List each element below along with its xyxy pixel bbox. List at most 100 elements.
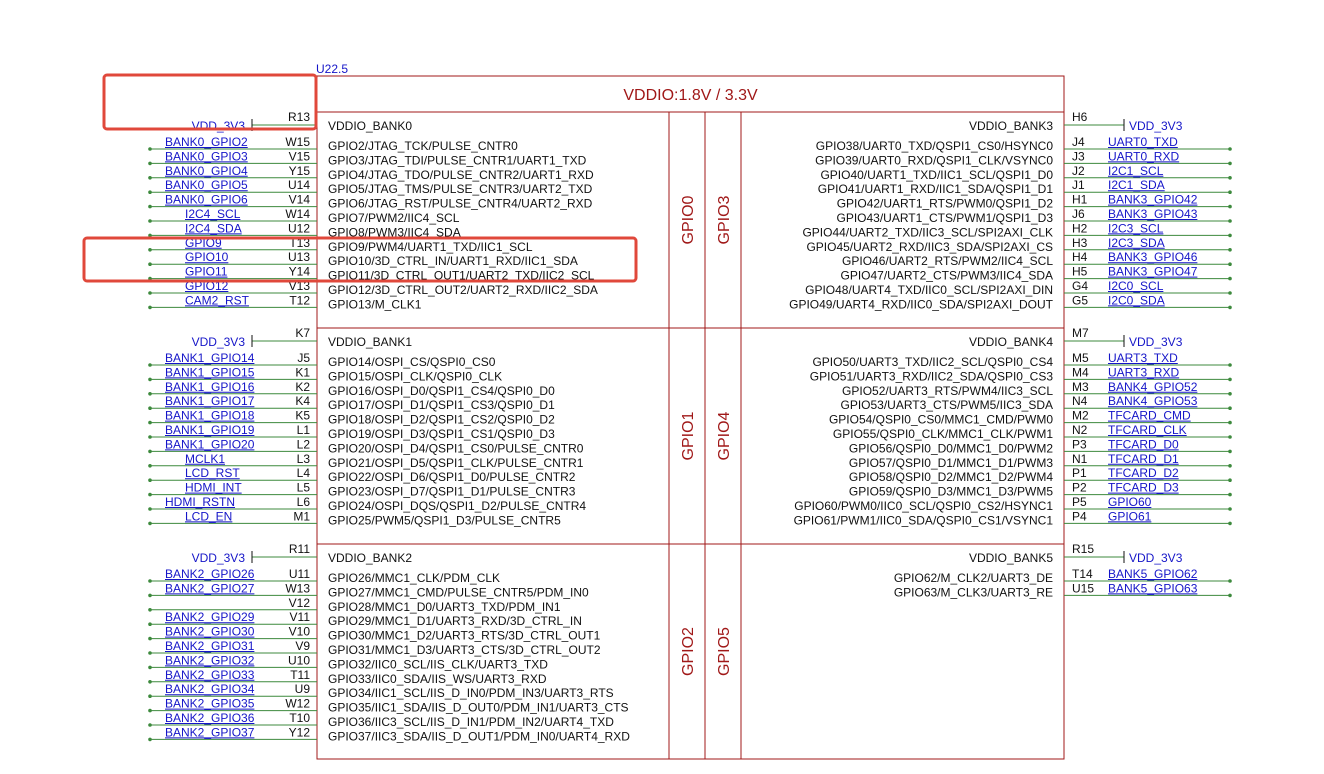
pin-function: GPIO37/IIC3_SDA/IIS_D_OUT1/PDM_IN0/UART4… <box>328 729 630 743</box>
net-label: I2C4_SCL <box>185 207 241 221</box>
wire-end-dot <box>1228 190 1232 194</box>
net-label: BANK1_GPIO20 <box>165 437 255 451</box>
wire-end-dot <box>148 248 152 252</box>
pin-number: N4 <box>1072 394 1088 408</box>
wire-end-dot <box>148 392 152 396</box>
pin-number: K5 <box>295 409 310 423</box>
bank-name: VDDIO_BANK0 <box>328 119 412 133</box>
net-label: TFCARD_CMD <box>1108 409 1191 423</box>
wire-end-dot <box>148 262 152 267</box>
wire-end-dot <box>148 665 152 670</box>
wire-end-dot <box>148 291 152 295</box>
pin-function: GPIO34/IIC1_SCL/IIS_D_IN0/PDM_IN3/UART3_… <box>328 686 614 700</box>
pin-number: M7 <box>1072 326 1089 340</box>
pin-function: GPIO61/PWM1/IIC0_SDA/QSPI0_CS1/VSYNC1 <box>794 513 1054 527</box>
pin-function: GPIO30/MMC1_D2/UART3_RTS/3D_CTRL_OUT1 <box>328 629 601 643</box>
net-label: I2C1_SCL <box>1108 164 1164 178</box>
pin-number: T11 <box>290 668 310 682</box>
pin-function: GPIO36/IIC3_SCL/IIS_D_IN1/PDM_IN2/UART4_… <box>328 715 614 729</box>
net-label: BANK2_GPIO33 <box>165 668 255 682</box>
pin-function: GPIO13/M_CLK1 <box>328 297 422 311</box>
gpio-group-label: GPIO0 <box>680 195 697 244</box>
pin-number: M5 <box>1072 351 1089 365</box>
wire-end-dot <box>148 406 152 411</box>
pin-number: Y14 <box>289 265 311 279</box>
net-label: HDMI_RSTN <box>165 495 235 509</box>
wire-end-dot <box>148 507 152 511</box>
pin-function: GPIO49/UART4_RXD/IIC0_SDA/SPI2AXI_DOUT <box>789 297 1054 311</box>
power-net-label: VDD_3V3 <box>1129 335 1183 349</box>
pin-function: GPIO23/OSPI_D7/QSPI1_D1/PULSE_CNTR3 <box>328 485 576 499</box>
net-label: GPIO61 <box>1108 509 1152 523</box>
pin-number: T12 <box>289 293 310 307</box>
net-label: BANK4_GPIO53 <box>1108 394 1198 408</box>
pin-number: H2 <box>1072 221 1088 235</box>
wire-end-dot <box>148 363 152 367</box>
pin-number: G5 <box>1072 293 1088 307</box>
pin-number: P3 <box>1072 437 1087 451</box>
net-label: GPIO11 <box>185 265 228 279</box>
pin-number: V15 <box>289 149 311 163</box>
wire-end-dot <box>1228 305 1232 310</box>
wire-end-dot <box>1228 161 1232 166</box>
pin-number: P1 <box>1072 466 1087 480</box>
pin-number: U9 <box>295 682 311 696</box>
pin-function: GPIO15/OSPI_CLK/QSPI0_CLK <box>328 369 502 383</box>
net-label: UART3_TXD <box>1108 351 1178 365</box>
wire-end-dot <box>148 737 152 742</box>
wire-end-dot <box>148 176 152 180</box>
pin-number: U14 <box>288 178 310 192</box>
net-label: BANK2_GPIO30 <box>165 625 255 639</box>
wire-end-dot <box>1228 449 1232 454</box>
wire-end-dot <box>148 219 152 223</box>
net-label: HDMI_INT <box>185 481 242 495</box>
pin-number: Y15 <box>289 164 311 178</box>
pin-number: H4 <box>1072 250 1088 264</box>
bank-name: VDDIO_BANK4 <box>969 335 1053 349</box>
net-label: BANK2_GPIO36 <box>165 711 255 725</box>
pin-function: GPIO19/OSPI_D3/QSPI1_CS1/QSPI0_D3 <box>328 427 555 441</box>
net-label: BANK5_GPIO63 <box>1108 581 1198 595</box>
pin-number: V10 <box>289 625 311 639</box>
wire-end-dot <box>1228 233 1232 238</box>
pin-function: GPIO16/OSPI_D0/QSPI1_CS4/QSPI0_D0 <box>328 384 555 398</box>
pin-function: GPIO29/MMC1_D1/UART3_RXD/3D_CTRL_IN <box>328 614 582 628</box>
wire-end-dot <box>148 708 152 713</box>
pin-function: GPIO14/OSPI_CS/QSPI0_CS0 <box>328 355 496 369</box>
pin-number: Y12 <box>289 725 311 739</box>
gpio-group-label: GPIO1 <box>680 411 697 460</box>
pin-number: V14 <box>289 193 311 207</box>
pin-number: R11 <box>289 542 310 556</box>
pin-number: L6 <box>297 495 311 509</box>
net-label: BANK2_GPIO26 <box>165 567 255 581</box>
wire-end-dot <box>148 622 152 626</box>
pin-function: GPIO63/M_CLK3/UART3_RE <box>894 585 1053 599</box>
pin-number: U15 <box>1072 581 1094 595</box>
net-label: BANK1_GPIO18 <box>165 409 255 423</box>
bank-name: VDDIO_BANK2 <box>328 551 412 565</box>
wire-end-dot <box>1228 363 1232 367</box>
pin-number: W12 <box>285 697 310 711</box>
net-label: BANK3_GPIO47 <box>1108 265 1198 279</box>
wire-end-dot <box>148 420 152 425</box>
wire-end-dot <box>1228 478 1232 483</box>
pin-number: L4 <box>297 466 311 480</box>
wire-end-dot <box>148 492 152 497</box>
schematic-canvas: U22.5 VDDIO:1.8V / 3.3V GPIO0 GPIO3 GPIO1 GPI… <box>82 62 1232 760</box>
power-net-label: VDD_3V3 <box>1129 551 1183 565</box>
pin-function: GPIO31/MMC1_D3/UART3_CTS/3D_CTRL_OUT2 <box>328 643 601 657</box>
pin-function: GPIO22/OSPI_D6/QSPI1_D0/PULSE_CNTR2 <box>328 470 576 484</box>
wire-end-dot <box>148 694 152 698</box>
pin-number: V11 <box>290 610 311 624</box>
pin-number: L2 <box>297 437 311 451</box>
net-label: UART0_RXD <box>1108 149 1179 163</box>
pin-number: U13 <box>288 250 310 264</box>
pin-number: J3 <box>1072 149 1085 163</box>
pin-function: GPIO52/UART3_RTS/PWM4/IIC3_SCL <box>842 384 1053 398</box>
net-label: MCLK1 <box>185 452 225 466</box>
pin-function: GPIO46/UART2_RTS/PWM2/IIC4_SCL <box>842 254 1053 268</box>
pin-number: T14 <box>1072 567 1093 581</box>
wire-end-dot <box>1228 147 1232 151</box>
gpio-group-label: GPIO4 <box>716 411 733 460</box>
pin-number: G4 <box>1072 279 1088 293</box>
